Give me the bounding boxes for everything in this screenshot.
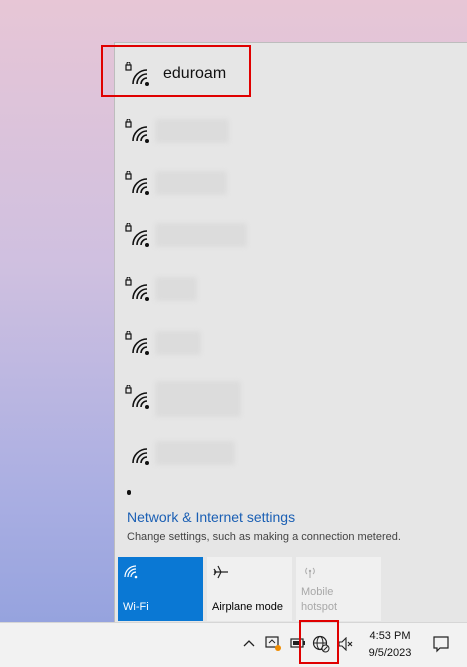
wifi-secured-icon [125, 331, 149, 355]
network-item[interactable] [115, 105, 467, 157]
hotspot-tile-label: Mobile hotspot [301, 586, 338, 613]
wifi-secured-icon [125, 171, 149, 195]
network-name-redacted [155, 223, 247, 247]
wifi-icon [124, 565, 138, 579]
clock[interactable]: 4:53 PM 9/5/2023 [362, 628, 418, 662]
wifi-tile-label: Wi-Fi [123, 601, 149, 613]
network-name-redacted [155, 171, 227, 195]
taskbar: 4:53 PM 9/5/2023 [0, 622, 467, 667]
network-name-redacted [155, 381, 241, 417]
wifi-open-icon [132, 448, 149, 465]
clock-time: 4:53 PM [369, 630, 411, 642]
network-internet-settings-link[interactable]: Network & Internet settings [127, 509, 295, 525]
notifications-icon[interactable] [432, 635, 450, 653]
network-flyout: eduroam Network & Internet settings Chan… [114, 42, 467, 622]
highlight-box-eduroam [101, 45, 251, 97]
network-item[interactable] [115, 427, 467, 479]
airplane-icon [213, 565, 228, 579]
network-name-redacted [155, 441, 235, 465]
wifi-secured-icon [125, 277, 149, 301]
wifi-secured-icon [125, 223, 149, 247]
lock-icon-partial [127, 490, 131, 495]
wifi-secured-icon [125, 385, 149, 409]
network-item[interactable] [115, 317, 467, 369]
wifi-secured-icon [125, 119, 149, 143]
speaker-muted-icon[interactable] [338, 637, 354, 651]
highlight-box-network-tray [299, 620, 339, 664]
airplane-tile-label: Airplane mode [212, 601, 283, 613]
network-item[interactable] [115, 157, 467, 209]
meet-now-icon[interactable] [265, 635, 281, 651]
chevron-up-icon[interactable] [243, 639, 255, 647]
network-item[interactable] [115, 209, 467, 261]
wifi-toggle-tile[interactable]: Wi-Fi [118, 557, 203, 621]
clock-date: 9/5/2023 [368, 647, 412, 659]
network-name-redacted [155, 277, 197, 301]
settings-description: Change settings, such as making a connec… [127, 531, 401, 543]
network-name-redacted [155, 331, 201, 355]
hotspot-icon [305, 567, 315, 578]
network-item[interactable] [115, 263, 467, 315]
mobile-hotspot-tile[interactable]: Mobile hotspot [296, 557, 381, 621]
network-item[interactable] [115, 371, 467, 423]
network-name-redacted [155, 119, 229, 143]
airplane-mode-tile[interactable]: Airplane mode [207, 557, 292, 621]
